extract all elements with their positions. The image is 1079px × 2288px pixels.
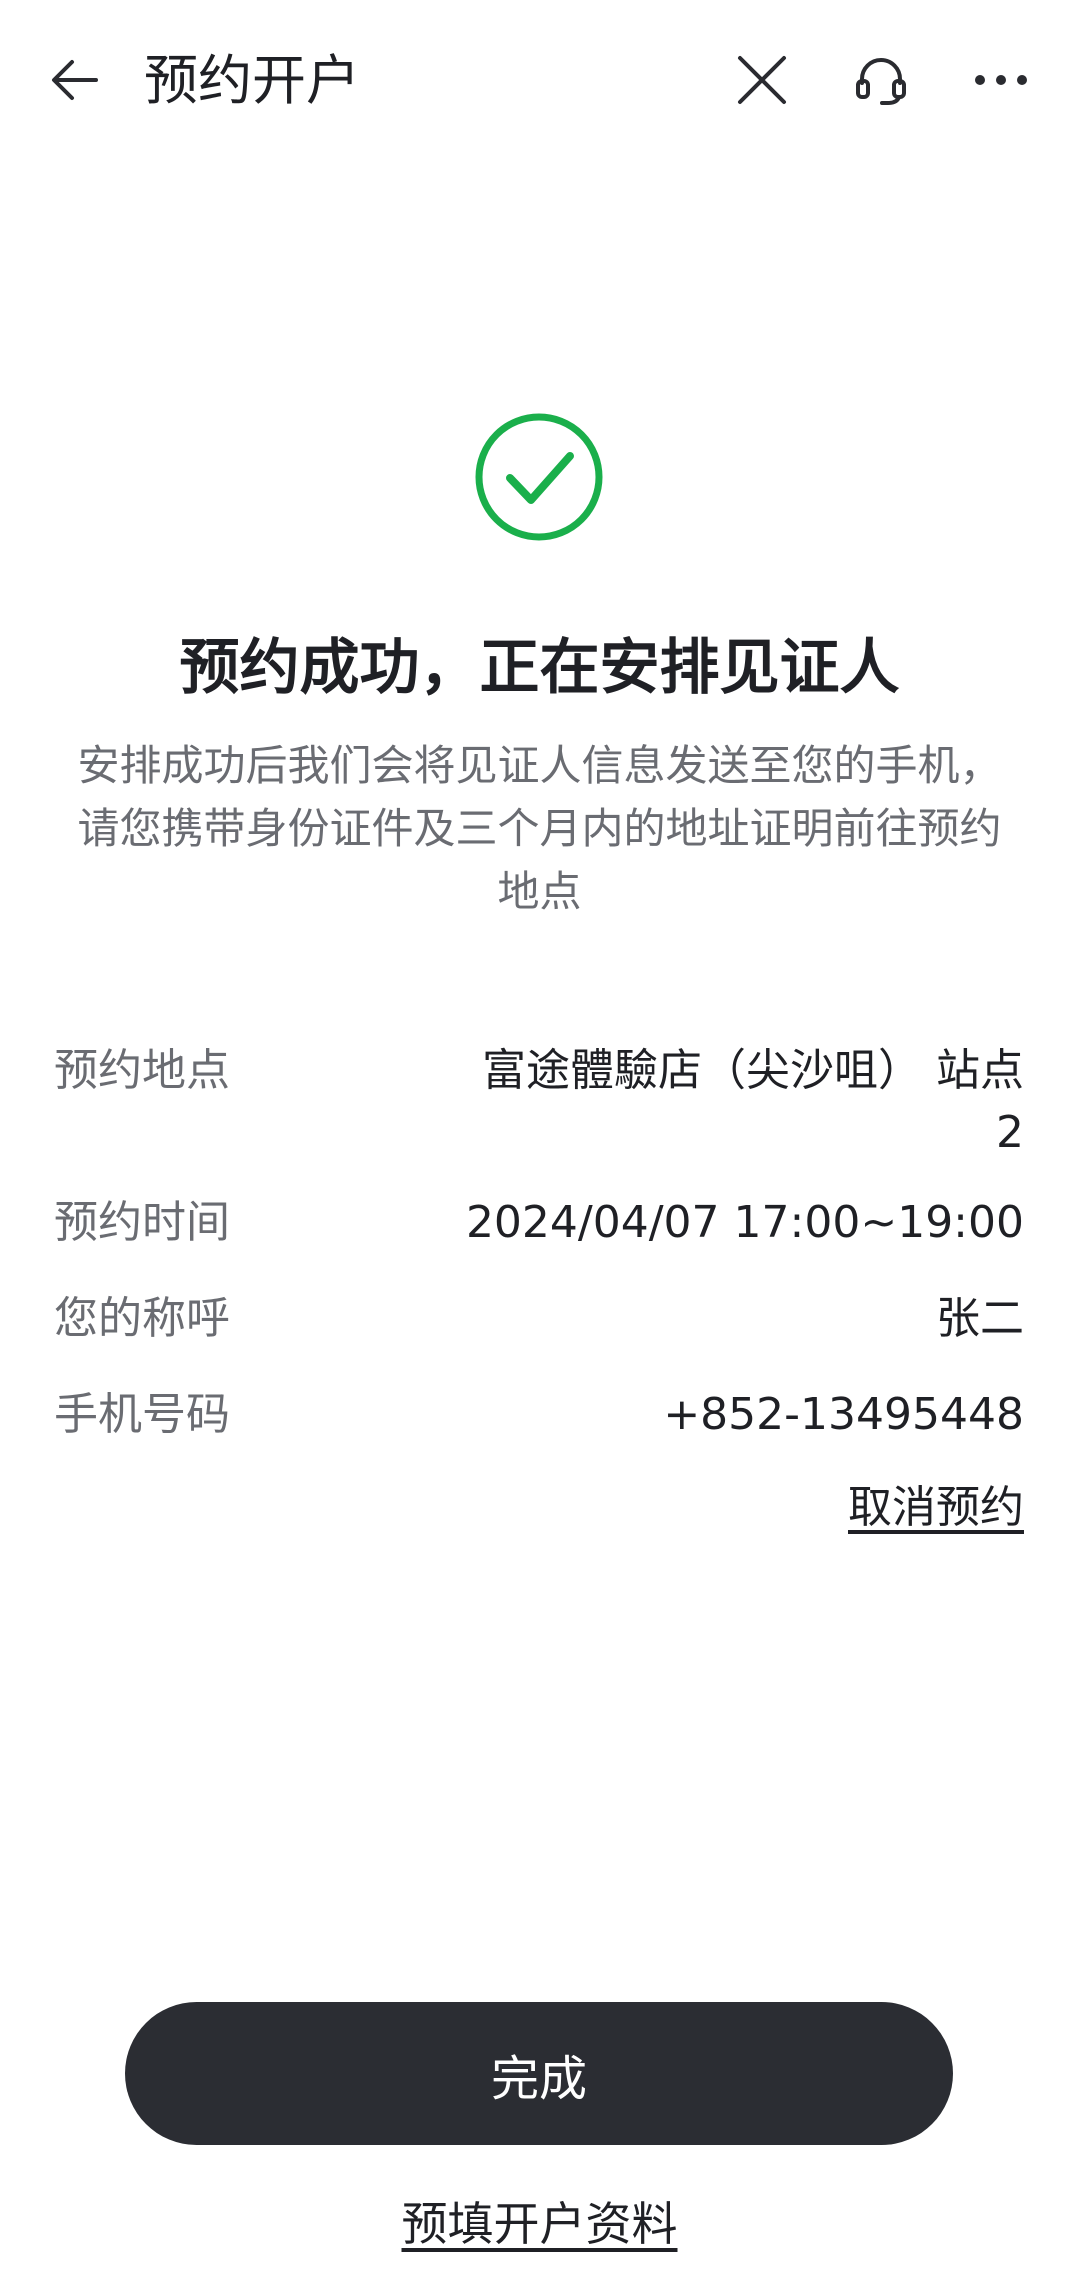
- success-title: 预约成功，正在安排见证人: [179, 633, 900, 703]
- detail-label: 您的称呼: [54, 1293, 230, 1344]
- success-description: 安排成功后我们会将见证人信息发送至您的手机，请您携带身份证件及三个月内的地址证明…: [77, 741, 1002, 916]
- prefill-account-info-link[interactable]: 预填开户资料: [402, 2197, 678, 2251]
- top-nav-bar: 预约开户: [0, 0, 1079, 160]
- arrow-left-icon: [52, 60, 98, 100]
- headset-icon: [856, 58, 906, 105]
- customer-service-button[interactable]: [841, 40, 921, 120]
- detail-value: 富途體驗店（尖沙咀） 站点2: [482, 1045, 1024, 1158]
- page-title: 预约开户: [144, 49, 360, 112]
- detail-value: 2024/04/07 17:00~19:00: [465, 1197, 1024, 1248]
- more-dots-icon: [975, 75, 1027, 85]
- prefill-info-container: 预填开户资料: [0, 2192, 1079, 2256]
- close-button[interactable]: [722, 40, 802, 120]
- close-icon: [738, 56, 786, 104]
- more-button[interactable]: [961, 40, 1041, 120]
- back-button[interactable]: [36, 40, 116, 120]
- cancel-appointment-link[interactable]: 取消预约: [848, 1477, 1024, 1539]
- detail-label: 预约时间: [54, 1197, 230, 1248]
- detail-value: 张二: [936, 1293, 1024, 1344]
- detail-label: 预约地点: [54, 1045, 230, 1096]
- check-circle-icon: [475, 413, 603, 541]
- detail-value: +852-13495448: [663, 1389, 1024, 1440]
- detail-label: 手机号码: [54, 1389, 230, 1440]
- done-button[interactable]: 完成: [125, 2002, 953, 2145]
